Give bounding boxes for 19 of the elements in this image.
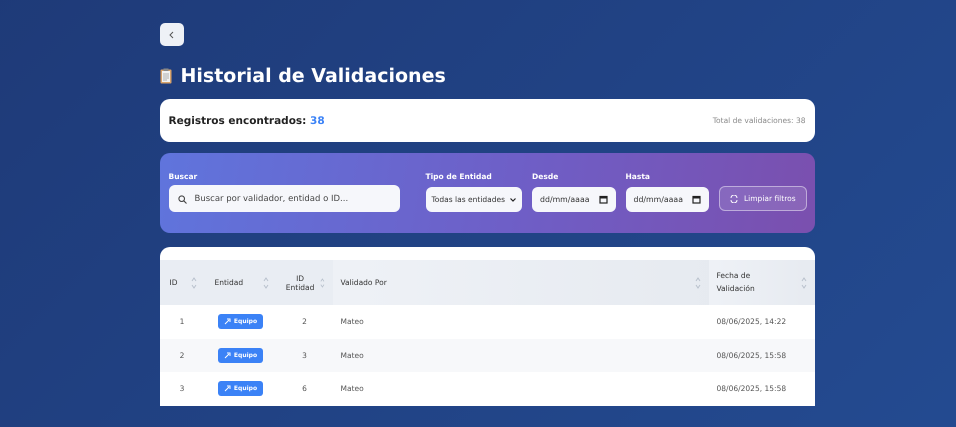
page-title: Historial de Validaciones <box>180 65 446 87</box>
caret-icon <box>510 198 516 202</box>
sort-icon[interactable] <box>262 276 268 290</box>
calendar-icon[interactable] <box>598 195 608 204</box>
chevron-left-icon <box>169 30 174 38</box>
arrow-icon <box>224 385 231 392</box>
sort-icon[interactable] <box>694 276 700 290</box>
sort-icon[interactable] <box>190 276 196 290</box>
back-button[interactable] <box>160 23 184 46</box>
sort-icon[interactable] <box>320 276 324 290</box>
search-icon <box>178 195 186 204</box>
calendar-icon[interactable] <box>692 195 701 204</box>
clipboard-icon <box>160 68 172 84</box>
refresh-icon <box>730 194 738 202</box>
search-field[interactable]: Buscar por validador, entidad o ID... <box>168 185 400 212</box>
arrow-icon <box>224 318 231 326</box>
records-found-text: Registros encontrados: 38 <box>168 114 325 126</box>
sort-icon[interactable] <box>800 276 806 290</box>
arrow-icon <box>224 352 231 359</box>
